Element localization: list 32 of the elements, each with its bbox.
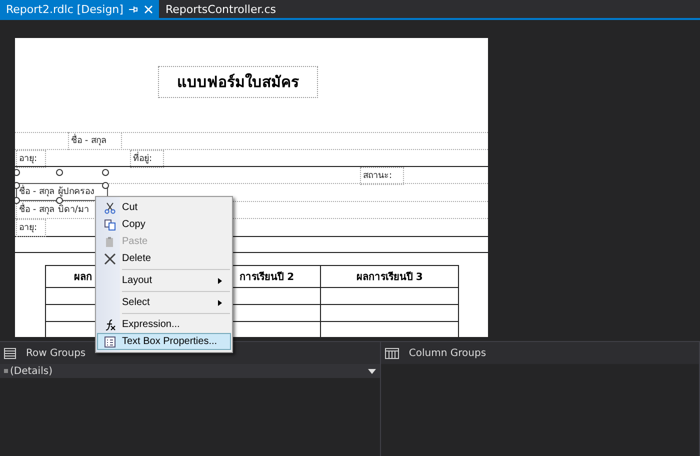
group-bullet-icon [4,369,8,373]
delete-icon [104,252,116,264]
copy-icon [104,218,116,230]
paste-icon [104,236,116,248]
report-textbox[interactable]: อายุ: [16,150,46,168]
menu-item[interactable]: Delete [97,250,231,267]
scissors-icon [104,202,116,214]
document-tab[interactable]: ReportsController.cs [159,0,282,18]
report-textbox[interactable]: สถานะ: [360,167,404,185]
document-tab[interactable]: Report2.rdlc [Design] [0,0,160,18]
resize-handle[interactable] [56,169,63,176]
group-item[interactable]: (Details) [0,364,380,378]
close-icon[interactable] [144,4,154,14]
pin-icon[interactable] [129,4,138,14]
dropdown-icon[interactable] [368,368,376,374]
menu-item[interactable]: Select [97,294,231,311]
report-textbox[interactable]: อายุ: [16,219,46,237]
report-title[interactable]: แบบฟอร์มใบสมัคร [158,66,318,98]
pane-title: Column Groups [408,348,486,358]
menu-item[interactable]: Copy [97,216,231,233]
rows-icon [4,348,16,358]
function-icon [104,318,116,330]
report-textbox[interactable]: ชื่อ - สกุล [68,132,122,150]
properties-icon [104,336,116,348]
pane-title: Row Groups [26,348,86,358]
menu-item[interactable]: Expression... [97,316,231,333]
menu-item[interactable]: Text Box Properties... [97,333,231,350]
columns-icon [384,348,399,358]
column-header: ผลการเรียนปี 3 [320,266,458,288]
resize-handle[interactable] [56,197,63,204]
report-textbox[interactable]: ที่อยู่: [130,150,164,168]
resize-handle[interactable] [15,197,20,204]
